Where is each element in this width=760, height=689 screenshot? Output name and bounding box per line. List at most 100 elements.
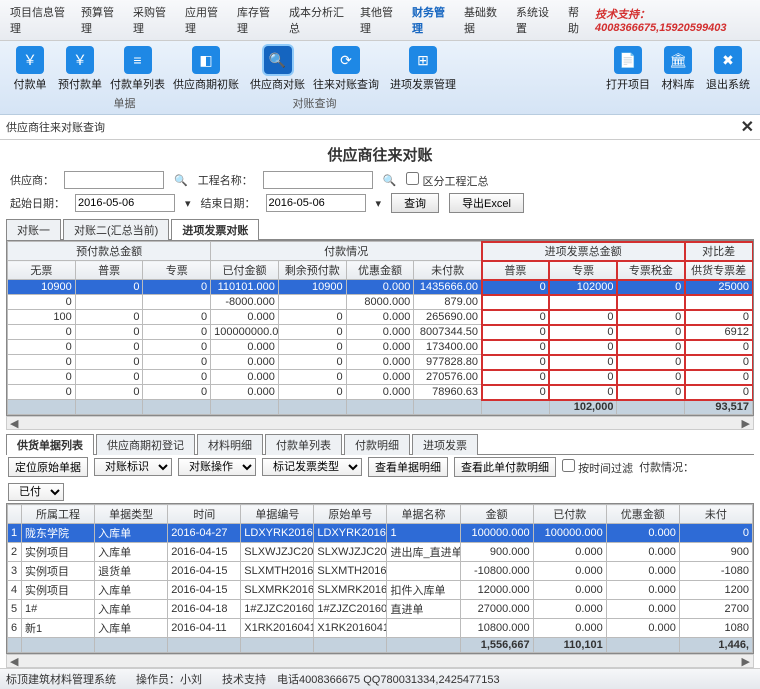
col-header[interactable]: 专票 [143, 261, 211, 280]
table-row[interactable]: 1陇东学院入库单2016-04-27LDXYRK20160427001LDXYR… [8, 524, 753, 543]
table-row[interactable]: 2实例项目入库单2016-04-15SLXWJZJC20160418001_IN… [8, 543, 753, 562]
col-header[interactable]: 单据编号 [241, 505, 314, 524]
view-detail-button[interactable]: 查看单据明细 [368, 457, 448, 477]
col-header[interactable]: 单据类型 [95, 505, 168, 524]
table-row[interactable]: 1090000110101.000109000.0001435666.00010… [8, 280, 753, 295]
table-row[interactable]: 51#入库单2016-04-181#ZJZC20160418001_IN1#ZJ… [8, 600, 753, 619]
tab[interactable]: 进项发票 [412, 434, 478, 455]
menu-item[interactable]: 应用管理 [179, 2, 229, 38]
locate-button[interactable]: 定位原始单据 [8, 457, 88, 477]
table-row[interactable]: 0000.00000.000173400.000000 [8, 340, 753, 355]
col-header[interactable]: 金额 [460, 505, 533, 524]
exit-button[interactable]: ✖退出系统 [702, 44, 754, 94]
lower-grid[interactable]: 所属工程单据类型时间单据编号原始单号单据名称金额已付款优惠金额未付1陇东学院入库… [6, 503, 754, 654]
tab[interactable]: 供应商期初登记 [96, 434, 195, 455]
menu-item[interactable]: 成本分析汇总 [283, 2, 352, 38]
tab[interactable]: 供货单据列表 [6, 434, 94, 455]
col-header[interactable]: 原始单号 [314, 505, 387, 524]
menu-item[interactable]: 帮助 [562, 2, 593, 38]
supplier-input[interactable] [64, 171, 164, 189]
col-header[interactable]: 专票税金 [617, 261, 685, 280]
bytime-check[interactable]: 按时间过滤 [562, 459, 633, 476]
menu-item[interactable]: 基础数据 [458, 2, 508, 38]
project-input[interactable] [263, 171, 373, 189]
col-header[interactable]: 所属工程 [22, 505, 95, 524]
open-project-button[interactable]: 📄打开项目 [602, 44, 654, 94]
menu-item[interactable]: 采购管理 [127, 2, 177, 38]
tab[interactable]: 材料明细 [197, 434, 263, 455]
pay-button[interactable]: ￥付款单 [6, 44, 54, 94]
tab[interactable]: 付款明细 [344, 434, 410, 455]
hscroll2[interactable]: ◀▶ [6, 654, 754, 668]
table-row[interactable]: 0-8000.0008000.000879.00 [8, 295, 753, 310]
supplier-pick-icon[interactable]: 🔍 [174, 174, 188, 187]
table-row[interactable]: 0000.00000.00078960.630000 [8, 385, 753, 400]
supplier-recon-button[interactable]: 🔍供应商对账 [246, 44, 309, 94]
table-row[interactable]: 3实例项目退货单2016-04-15SLXMTH20160418001SLXMT… [8, 562, 753, 581]
inv-select[interactable]: 标记发票类型 [262, 458, 362, 476]
table-row[interactable]: 4实例项目入库单2016-04-15SLXMRK20160418001SLXMR… [8, 581, 753, 600]
operator: 操作员：小刘 [136, 671, 202, 687]
recon-query-button[interactable]: ⟳往来对账查询 [309, 44, 383, 94]
col-header[interactable]: 已付款 [533, 505, 606, 524]
hscroll[interactable]: ◀▶ [6, 416, 754, 430]
view-pay-button[interactable]: 查看此单付款明细 [454, 457, 556, 477]
col-header[interactable]: 时间 [168, 505, 241, 524]
subbar: 供应商往来对账查询 ✕ [0, 115, 760, 140]
project-label: 工程名称： [198, 172, 253, 188]
split-check[interactable]: 区分工程汇总 [406, 172, 488, 189]
table-row[interactable]: 6新1入库单2016-04-11X1RK20160411001X1RK20160… [8, 619, 753, 638]
menu-item[interactable]: 库存管理 [231, 2, 281, 38]
col-group: 预付款总金额 [8, 242, 211, 261]
menu-item[interactable]: 系统设置 [510, 2, 560, 38]
menu-item[interactable]: 项目信息管理 [4, 2, 73, 38]
col-header[interactable]: 专票 [549, 261, 617, 280]
col-header[interactable]: 优惠金额 [606, 505, 679, 524]
col-header[interactable]: 未付 [679, 505, 752, 524]
upper-tabs: 对账一对账二(汇总当前)进项发票对账 [6, 218, 754, 240]
export-button[interactable]: 导出Excel [449, 193, 524, 213]
col-header[interactable]: 普票 [75, 261, 143, 280]
col-header[interactable]: 供货专票差 [685, 261, 753, 280]
dropdown-icon[interactable]: ▾ [185, 197, 191, 210]
tab[interactable]: 对账一 [6, 219, 61, 240]
op-select[interactable]: 对账操作 [178, 458, 256, 476]
project-pick-icon[interactable]: 🔍 [383, 174, 397, 187]
close-icon[interactable]: ✕ [741, 117, 754, 137]
col-header[interactable]: 普票 [482, 261, 550, 280]
table-row[interactable]: 0000.00000.000977828.800000 [8, 355, 753, 370]
table-row[interactable]: 0000.00000.000270576.000000 [8, 370, 753, 385]
query-button[interactable]: 查询 [391, 193, 439, 213]
material-button[interactable]: 🏛材料库 [654, 44, 702, 94]
dropdown-icon[interactable]: ▾ [376, 197, 382, 210]
col-header[interactable]: 优惠金额 [346, 261, 414, 280]
col-header[interactable]: 单据名称 [387, 505, 460, 524]
tab[interactable]: 进项发票对账 [171, 219, 259, 240]
tech-support: 技术支持 电话4008366675 QQ780031334,2425477153 [222, 671, 500, 687]
invoice-mgmt-button[interactable]: ⊞进项发票管理 [386, 44, 460, 94]
col-header[interactable]: 剩余预付款 [278, 261, 346, 280]
tech-support-text: 技术支持：4008366675,15920599403 [595, 6, 756, 34]
tab[interactable]: 对账二(汇总当前) [63, 219, 169, 240]
end-date-input[interactable] [266, 194, 366, 212]
col-header[interactable]: 无票 [8, 261, 76, 280]
filter2: 定位原始单据 对账标识 对账操作 标记发票类型 查看单据明细 查看此单付款明细 … [0, 455, 760, 503]
col-header[interactable]: 已付金额 [211, 261, 279, 280]
begbal-icon: ◧ [192, 46, 220, 74]
menu-item[interactable]: 预算管理 [75, 2, 125, 38]
prepay-button[interactable]: ￥预付款单 [54, 44, 106, 94]
start-date-input[interactable] [75, 194, 175, 212]
paylist-button[interactable]: ≡付款单列表 [106, 44, 169, 94]
begbal-button[interactable]: ◧供应商期初账 [169, 44, 243, 94]
menu-item[interactable]: 财务管理 [406, 2, 456, 38]
table-row[interactable]: 100000.00000.000265690.000000 [8, 310, 753, 325]
table-row[interactable]: 000100000000.00000.0008007344.500006912 [8, 325, 753, 340]
paid-select[interactable]: 已付 [8, 483, 64, 501]
col-header[interactable]: 未付款 [414, 261, 482, 280]
filter-row-1: 供应商： 🔍 工程名称： 🔍 区分工程汇总 [0, 169, 760, 191]
upper-grid[interactable]: 预付款总金额付款情况进项发票总金额对比差无票普票专票已付金额剩余预付款优惠金额未… [6, 240, 754, 416]
tab[interactable]: 付款单列表 [265, 434, 342, 455]
col-group: 对比差 [685, 242, 753, 261]
menu-item[interactable]: 其他管理 [354, 2, 404, 38]
mark-select[interactable]: 对账标识 [94, 458, 172, 476]
